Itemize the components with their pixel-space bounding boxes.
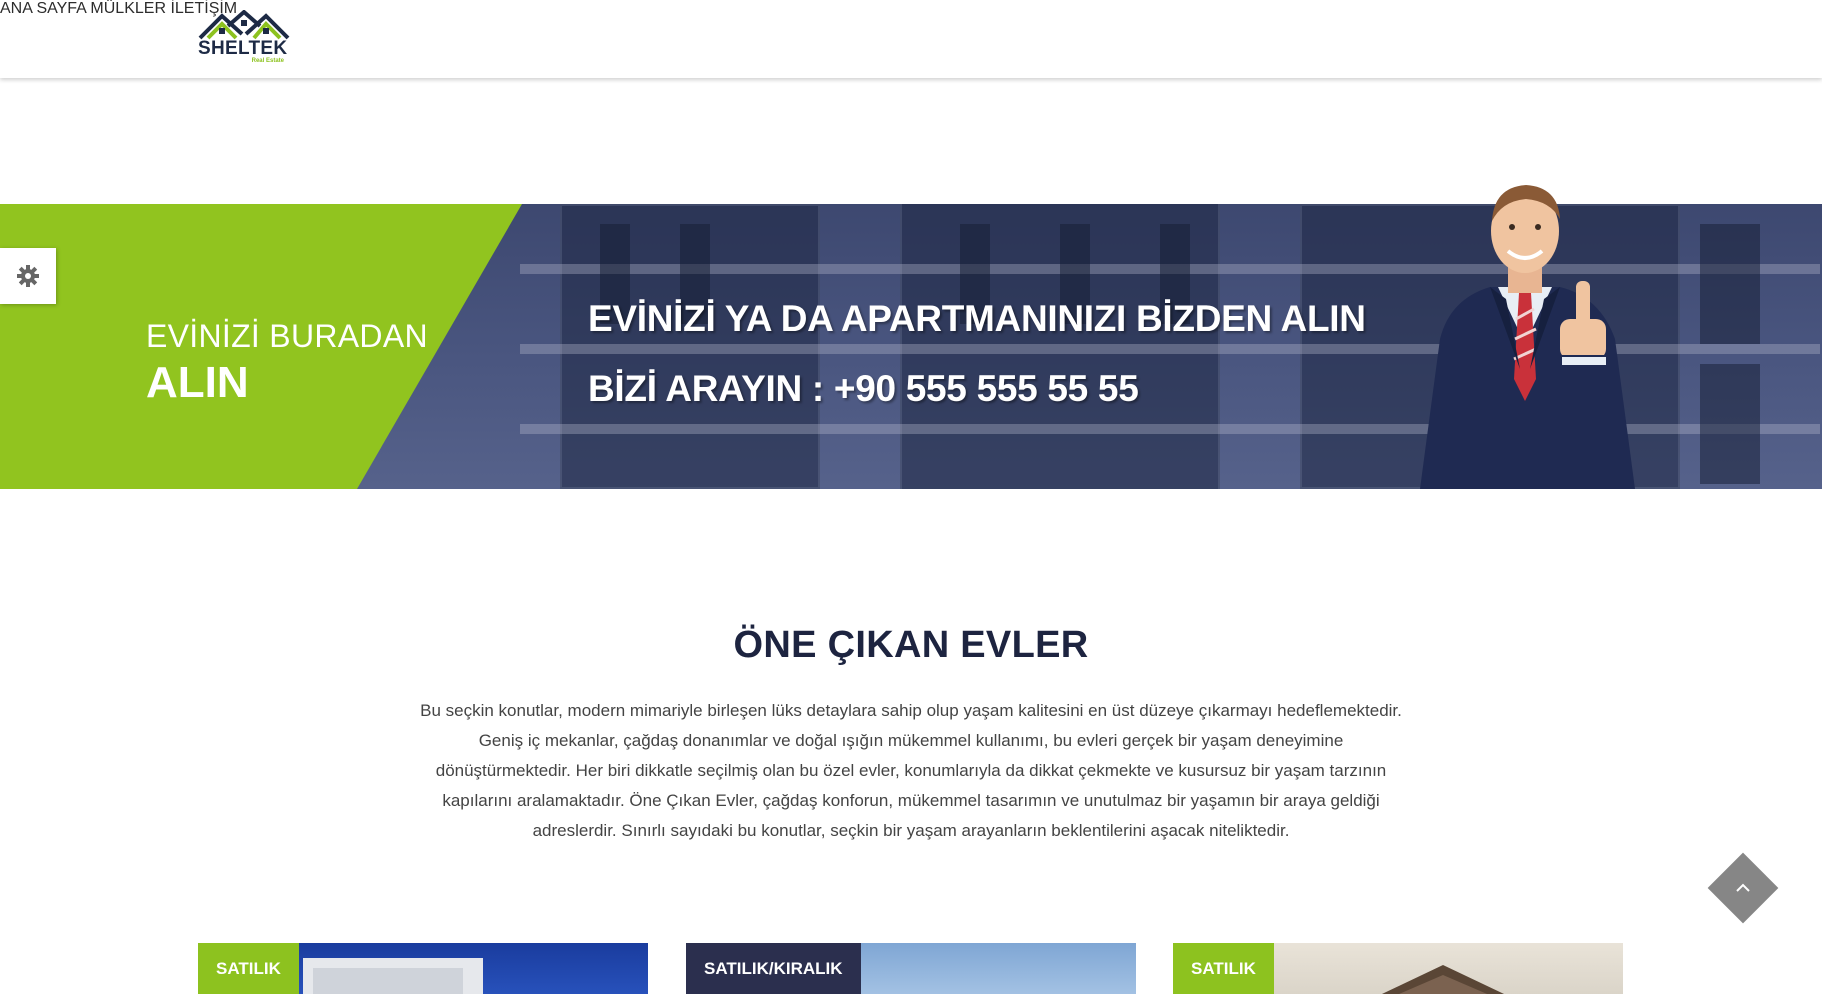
featured-description: Bu seçkin konutlar, modern mimariyle bir… <box>420 701 1402 840</box>
property-card[interactable]: SATILIK <box>198 943 648 994</box>
banner-left-line1: EVİNİZİ BURADAN <box>146 318 428 354</box>
logo-house-icon <box>198 10 290 40</box>
scroll-to-top-button[interactable] <box>1707 852 1779 924</box>
nav-item-mulkler[interactable]: MÜLKLER <box>90 0 166 17</box>
banner-phone: BİZİ ARAYIN : +90 555 555 55 55 <box>588 368 1139 409</box>
promo-banner: EVİNİZİ BURADAN ALIN EVİNİZİ YA DA APART… <box>0 185 1822 489</box>
banner-headline: EVİNİZİ YA DA APARTMANINIZI BİZDEN ALIN <box>588 298 1366 339</box>
featured-title: ÖNE ÇIKAN EVLER <box>733 624 1089 666</box>
logo-subtext: Real Estate <box>251 58 284 64</box>
property-badge: SATILIK <box>198 943 299 994</box>
logo-text: SHELTEK <box>198 38 288 59</box>
logo[interactable]: SHELTEK Real Estate <box>198 10 290 66</box>
settings-button[interactable] <box>0 248 56 304</box>
banner-left-line2: ALIN <box>146 358 249 407</box>
chevron-up-icon <box>1718 863 1768 913</box>
nav-item-ana-sayfa[interactable]: ANA SAYFA <box>0 0 86 17</box>
property-badge: SATILIK/KIRALIK <box>686 943 861 994</box>
property-card[interactable]: SATILIK/KIRALIK <box>686 943 1136 994</box>
gear-icon <box>17 265 39 287</box>
businessman-image <box>1420 185 1635 489</box>
property-card[interactable]: SATILIK <box>1173 943 1623 994</box>
property-badge: SATILIK <box>1173 943 1274 994</box>
site-header: SHELTEK Real Estate ANA SAYFA MÜLKLER İL… <box>0 0 1822 78</box>
